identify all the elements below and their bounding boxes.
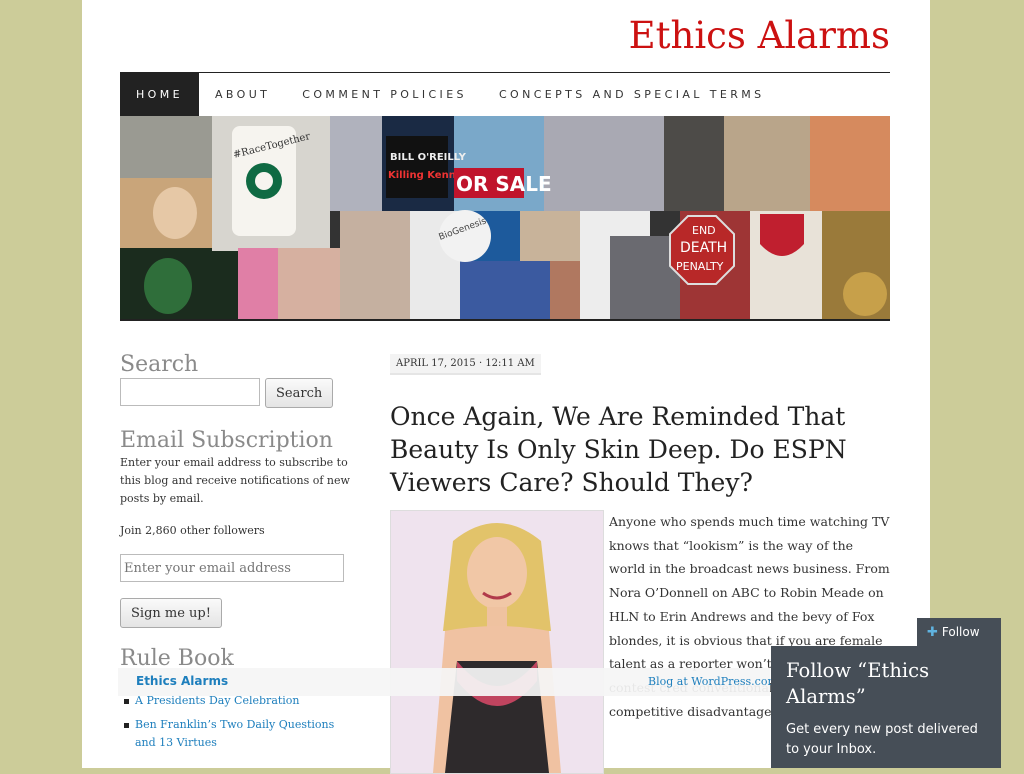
collage-sign-line-1: END bbox=[692, 224, 716, 237]
search-form: Search bbox=[120, 378, 350, 408]
search-widget-title: Search bbox=[120, 352, 199, 377]
collage-graphic: #RaceTogether BILL O'REILLY Killing Kenn… bbox=[120, 116, 890, 319]
follow-panel: Follow “Ethics Alarms” Get every new pos… bbox=[771, 646, 1001, 768]
search-input[interactable] bbox=[120, 378, 260, 406]
nav-item-comment-policies[interactable]: COMMENT POLICIES bbox=[286, 73, 483, 117]
follow-panel-title: Follow “Ethics Alarms” bbox=[786, 659, 930, 708]
post-title[interactable]: Once Again, We Are Reminded That Beauty … bbox=[390, 400, 850, 499]
main-nav: HOME ABOUT COMMENT POLICIES CONCEPTS AND… bbox=[120, 72, 890, 117]
collage-sign-line-3: PENALTY bbox=[676, 260, 724, 273]
bullet-icon bbox=[124, 723, 129, 728]
collage-sign-line-2: DEATH bbox=[680, 240, 727, 256]
nav-item-home[interactable]: HOME bbox=[120, 73, 199, 117]
rule-book-list: A Presidents Day Celebration Ben Frankli… bbox=[120, 692, 350, 752]
followers-count: Join 2,860 other followers bbox=[120, 524, 265, 537]
bullet-icon bbox=[124, 699, 129, 704]
header-collage-image[interactable]: #RaceTogether BILL O'REILLY Killing Kenn… bbox=[120, 116, 890, 321]
sidebar: Search Search Email Subscription Enter y… bbox=[120, 352, 350, 758]
nav-item-about[interactable]: ABOUT bbox=[199, 73, 286, 117]
collage-sale-sign: OR SALE bbox=[456, 172, 552, 196]
sign-up-button[interactable]: Sign me up! bbox=[120, 598, 222, 628]
email-subscription-title: Email Subscription bbox=[120, 428, 333, 453]
email-subscription-description: Enter your email address to subscribe to… bbox=[120, 456, 350, 505]
follow-button[interactable]: ✚ Follow bbox=[917, 618, 1001, 646]
follow-button-label: Follow bbox=[941, 625, 980, 639]
site-title[interactable]: Ethics Alarms bbox=[629, 14, 890, 57]
search-button[interactable]: Search bbox=[265, 378, 334, 408]
collage-book-title: BILL O'REILLY bbox=[390, 152, 467, 163]
post-image[interactable] bbox=[390, 510, 604, 774]
nav-item-concepts[interactable]: CONCEPTS AND SPECIAL TERMS bbox=[483, 73, 781, 117]
rule-book-link[interactable]: Ben Franklin’s Two Daily Questions and 1… bbox=[135, 716, 350, 752]
post-date[interactable]: APRIL 17, 2015 · 12:11 AM bbox=[390, 354, 541, 375]
follow-panel-text: Get every new post delivered to your Inb… bbox=[786, 722, 978, 757]
wpcom-bottom-bar: Ethics Alarms Blog at WordPress.com. bbox=[118, 668, 781, 696]
plus-icon: ✚ bbox=[927, 625, 938, 640]
bottom-bar-blog-link[interactable]: Ethics Alarms bbox=[136, 674, 228, 688]
email-field[interactable] bbox=[120, 554, 344, 582]
post-image-graphic bbox=[391, 511, 603, 773]
wordpress-credit-link[interactable]: Blog at WordPress.com. bbox=[648, 675, 781, 688]
list-item[interactable]: Ben Franklin’s Two Daily Questions and 1… bbox=[120, 716, 350, 752]
